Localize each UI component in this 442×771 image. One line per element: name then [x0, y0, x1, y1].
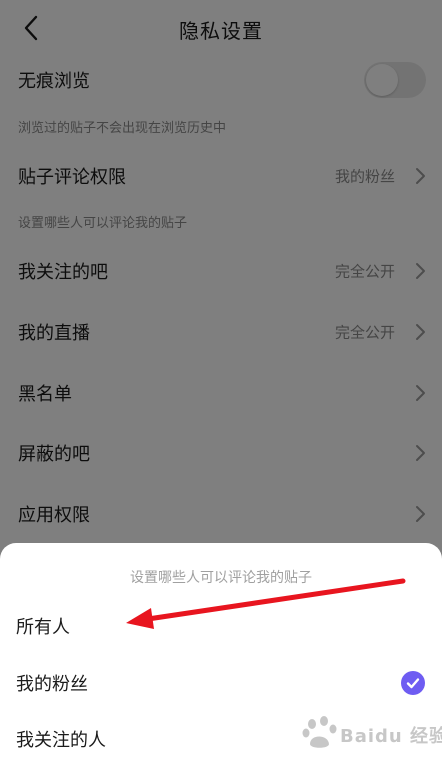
- option-label: 所有人: [16, 617, 70, 638]
- checkmark-icon: [401, 671, 425, 695]
- option-label: 我的粉丝: [16, 674, 88, 695]
- option-people-i-follow[interactable]: 我关注的人: [0, 711, 442, 767]
- option-everyone[interactable]: 所有人: [0, 598, 442, 654]
- option-my-fans[interactable]: 我的粉丝: [0, 655, 442, 711]
- sheet-title: 设置哪些人可以评论我的贴子: [130, 570, 312, 586]
- comment-permission-sheet: 设置哪些人可以评论我的贴子 所有人 我的粉丝 我关注的人: [0, 543, 442, 771]
- option-label: 我关注的人: [16, 730, 106, 751]
